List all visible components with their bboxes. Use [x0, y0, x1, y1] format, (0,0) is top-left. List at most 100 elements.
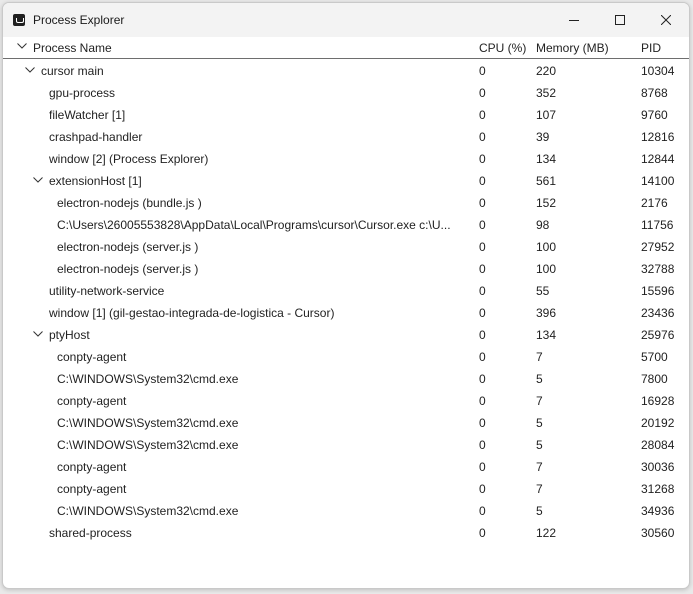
process-cpu: 0: [479, 240, 486, 254]
process-name: C:\Users\26005553828\AppData\Local\Progr…: [57, 218, 451, 232]
process-cpu: 0: [479, 394, 486, 408]
process-memory: 122: [536, 526, 557, 540]
process-memory: 39: [536, 130, 550, 144]
process-name: C:\WINDOWS\System32\cmd.exe: [57, 438, 239, 452]
process-cpu: 0: [479, 196, 486, 210]
process-row[interactable]: C:\WINDOWS\System32\cmd.exe 0 5 28084: [3, 433, 689, 455]
process-cpu: 0: [479, 86, 486, 100]
process-name: electron-nodejs (server.js ): [57, 262, 199, 276]
process-pid: 23436: [641, 306, 675, 320]
process-cpu: 0: [479, 130, 486, 144]
maximize-icon: [615, 15, 625, 25]
process-memory: 5: [536, 504, 543, 518]
process-pid: 25976: [641, 328, 675, 342]
process-name: window [2] (Process Explorer): [49, 152, 209, 166]
process-memory: 7: [536, 394, 543, 408]
process-row[interactable]: conpty-agent 0 7 30036: [3, 455, 689, 477]
close-icon: [661, 15, 671, 25]
process-memory: 98: [536, 218, 550, 232]
process-row[interactable]: electron-nodejs (server.js ) 0 100 27952: [3, 235, 689, 257]
process-memory: 5: [536, 372, 543, 386]
process-cpu: 0: [479, 108, 486, 122]
process-cpu: 0: [479, 416, 486, 430]
process-memory: 5: [536, 438, 543, 452]
process-name: electron-nodejs (bundle.js ): [57, 196, 202, 210]
process-name: extensionHost [1]: [49, 174, 142, 188]
process-row[interactable]: window [2] (Process Explorer) 0 134 12844: [3, 147, 689, 169]
process-name: conpty-agent: [57, 460, 127, 474]
process-explorer-window: Process Explorer Process Name CPU (%) Me…: [2, 2, 690, 589]
process-name: ptyHost: [49, 328, 90, 342]
process-name: C:\WINDOWS\System32\cmd.exe: [57, 372, 239, 386]
window-title: Process Explorer: [33, 13, 125, 27]
process-pid: 30560: [641, 526, 675, 540]
process-cpu: 0: [479, 152, 486, 166]
minimize-button[interactable]: [551, 3, 597, 37]
process-name: utility-network-service: [49, 284, 165, 298]
process-cpu: 0: [479, 284, 486, 298]
table-header: Process Name CPU (%) Memory (MB) PID: [3, 37, 689, 59]
process-memory: 7: [536, 350, 543, 364]
process-row[interactable]: C:\WINDOWS\System32\cmd.exe 0 5 20192: [3, 411, 689, 433]
chevron-down-icon[interactable]: [25, 67, 35, 73]
process-row[interactable]: shared-process 0 122 30560: [3, 521, 689, 543]
chevron-down-icon[interactable]: [33, 177, 43, 183]
process-name: conpty-agent: [57, 350, 127, 364]
process-cpu: 0: [479, 526, 486, 540]
process-pid: 11756: [641, 218, 674, 232]
app-icon: [13, 14, 25, 26]
process-row[interactable]: electron-nodejs (server.js ) 0 100 32788: [3, 257, 689, 279]
process-pid: 8768: [641, 86, 668, 100]
process-memory: 7: [536, 482, 543, 496]
process-memory: 100: [536, 262, 557, 276]
process-memory: 352: [536, 86, 557, 100]
column-header-cpu[interactable]: CPU (%): [479, 41, 526, 55]
process-cpu: 0: [479, 306, 486, 320]
process-row[interactable]: fileWatcher [1] 0 107 9760: [3, 103, 689, 125]
minimize-icon: [569, 20, 579, 21]
close-button[interactable]: [643, 3, 689, 37]
process-memory: 134: [536, 328, 557, 342]
process-row[interactable]: conpty-agent 0 7 16928: [3, 389, 689, 411]
process-row[interactable]: extensionHost [1] 0 561 14100: [3, 169, 689, 191]
process-row[interactable]: conpty-agent 0 7 5700: [3, 345, 689, 367]
process-memory: 152: [536, 196, 557, 210]
process-row[interactable]: electron-nodejs (bundle.js ) 0 152 2176: [3, 191, 689, 213]
process-memory: 100: [536, 240, 557, 254]
process-pid: 5700: [641, 350, 668, 364]
process-row[interactable]: cursor main 0 220 10304: [3, 59, 689, 81]
process-memory: 5: [536, 416, 543, 430]
title-bar[interactable]: Process Explorer: [3, 3, 689, 37]
process-cpu: 0: [479, 372, 486, 386]
process-pid: 30036: [641, 460, 675, 474]
process-pid: 32788: [641, 262, 675, 276]
column-header-name[interactable]: Process Name: [33, 41, 112, 55]
process-name: electron-nodejs (server.js ): [57, 240, 199, 254]
process-row[interactable]: C:\Users\26005553828\AppData\Local\Progr…: [3, 213, 689, 235]
process-cpu: 0: [479, 350, 486, 364]
process-name: window [1] (gil-gestao-integrada-de-logi…: [49, 306, 335, 320]
process-cpu: 0: [479, 174, 486, 188]
chevron-down-icon[interactable]: [17, 43, 27, 49]
process-name: conpty-agent: [57, 482, 127, 496]
process-row[interactable]: ptyHost 0 134 25976: [3, 323, 689, 345]
process-row[interactable]: C:\WINDOWS\System32\cmd.exe 0 5 34936: [3, 499, 689, 521]
process-pid: 7800: [641, 372, 668, 386]
process-row[interactable]: window [1] (gil-gestao-integrada-de-logi…: [3, 301, 689, 323]
process-memory: 107: [536, 108, 557, 122]
process-row[interactable]: conpty-agent 0 7 31268: [3, 477, 689, 499]
process-pid: 31268: [641, 482, 675, 496]
process-cpu: 0: [479, 328, 486, 342]
process-row[interactable]: crashpad-handler 0 39 12816: [3, 125, 689, 147]
process-row[interactable]: C:\WINDOWS\System32\cmd.exe 0 5 7800: [3, 367, 689, 389]
column-header-memory[interactable]: Memory (MB): [536, 41, 609, 55]
maximize-button[interactable]: [597, 3, 643, 37]
process-memory: 561: [536, 174, 557, 188]
column-header-pid[interactable]: PID: [641, 41, 661, 55]
process-cpu: 0: [479, 64, 486, 78]
chevron-down-icon[interactable]: [33, 331, 43, 337]
process-name: C:\WINDOWS\System32\cmd.exe: [57, 504, 239, 518]
process-row[interactable]: gpu-process 0 352 8768: [3, 81, 689, 103]
process-row[interactable]: utility-network-service 0 55 15596: [3, 279, 689, 301]
process-pid: 16928: [641, 394, 675, 408]
